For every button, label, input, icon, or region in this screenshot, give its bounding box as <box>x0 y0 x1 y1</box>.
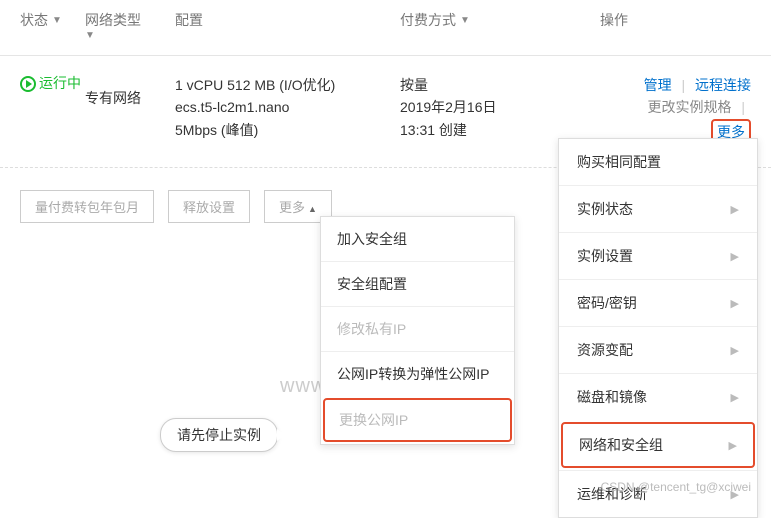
separator: | <box>681 77 685 93</box>
stop-instance-tooltip: 请先停止实例 <box>160 418 278 452</box>
header-status[interactable]: 状态▼ <box>20 10 85 30</box>
menu-instance-status[interactable]: 实例状态▶ <box>559 185 757 232</box>
manage-link[interactable]: 管理 <box>644 77 672 93</box>
header-ops: 操作 <box>600 10 751 30</box>
chevron-right-icon: ▶ <box>731 297 739 310</box>
play-circle-icon <box>20 76 36 92</box>
chevron-down-icon: ▼ <box>460 15 470 26</box>
menu-password-key[interactable]: 密码/密钥▶ <box>559 279 757 326</box>
chevron-right-icon: ▶ <box>731 203 739 216</box>
separator: | <box>741 99 745 115</box>
chevron-down-icon: ▼ <box>85 30 141 41</box>
menu-instance-settings[interactable]: 实例设置▶ <box>559 232 757 279</box>
table-header: 状态▼ 网络类型▼ 配置 付费方式▼ 操作 <box>0 0 771 56</box>
header-config: 配置 <box>175 10 400 30</box>
header-pay[interactable]: 付费方式▼ <box>400 10 600 30</box>
pay-cell: 按量 2019年2月16日 13:31 创建 <box>400 74 600 141</box>
chevron-down-icon: ▼ <box>52 15 62 26</box>
menu-disk-image[interactable]: 磁盘和镜像▶ <box>559 373 757 420</box>
change-spec-link[interactable]: 更改实例规格 <box>647 99 731 115</box>
menu-buy-same[interactable]: 购买相同配置 <box>559 139 757 185</box>
chevron-right-icon: ▶ <box>729 439 737 452</box>
menu-change-public-ip[interactable]: 更换公网IP <box>323 398 512 442</box>
release-settings-button[interactable]: 释放设置 <box>168 190 250 223</box>
menu-resource-change[interactable]: 资源变配▶ <box>559 326 757 373</box>
row-more-menu: 购买相同配置 实例状态▶ 实例设置▶ 密码/密钥▶ 资源变配▶ 磁盘和镜像▶ 网… <box>558 138 758 518</box>
status-cell: 运行中 <box>20 74 85 94</box>
header-net[interactable]: 网络类型▼ <box>85 10 175 41</box>
bottom-more-menu: 加入安全组 安全组配置 修改私有IP 公网IP转换为弹性公网IP 更换公网IP <box>320 216 515 445</box>
menu-convert-eip[interactable]: 公网IP转换为弹性公网IP <box>321 351 514 396</box>
menu-sg-config[interactable]: 安全组配置 <box>321 261 514 306</box>
watermark-csdn: CSDN @tencent_tg@xciwei <box>601 480 751 494</box>
menu-join-sg[interactable]: 加入安全组 <box>321 217 514 261</box>
switch-billing-button[interactable]: 量付费转包年包月 <box>20 190 154 223</box>
net-cell: 专有网络 <box>85 74 175 108</box>
status-text: 运行中 <box>39 74 81 94</box>
menu-network-sg[interactable]: 网络和安全组▶ <box>561 422 755 468</box>
chevron-right-icon: ▶ <box>731 250 739 263</box>
chevron-right-icon: ▶ <box>731 391 739 404</box>
ops-cell: 管理 | 远程连接 更改实例规格 | 更多 <box>600 74 751 145</box>
config-cell: 1 vCPU 512 MB (I/O优化) ecs.t5-lc2m1.nano … <box>175 74 400 141</box>
remote-link[interactable]: 远程连接 <box>695 77 751 93</box>
menu-modify-private-ip[interactable]: 修改私有IP <box>321 306 514 351</box>
chevron-right-icon: ▶ <box>731 344 739 357</box>
